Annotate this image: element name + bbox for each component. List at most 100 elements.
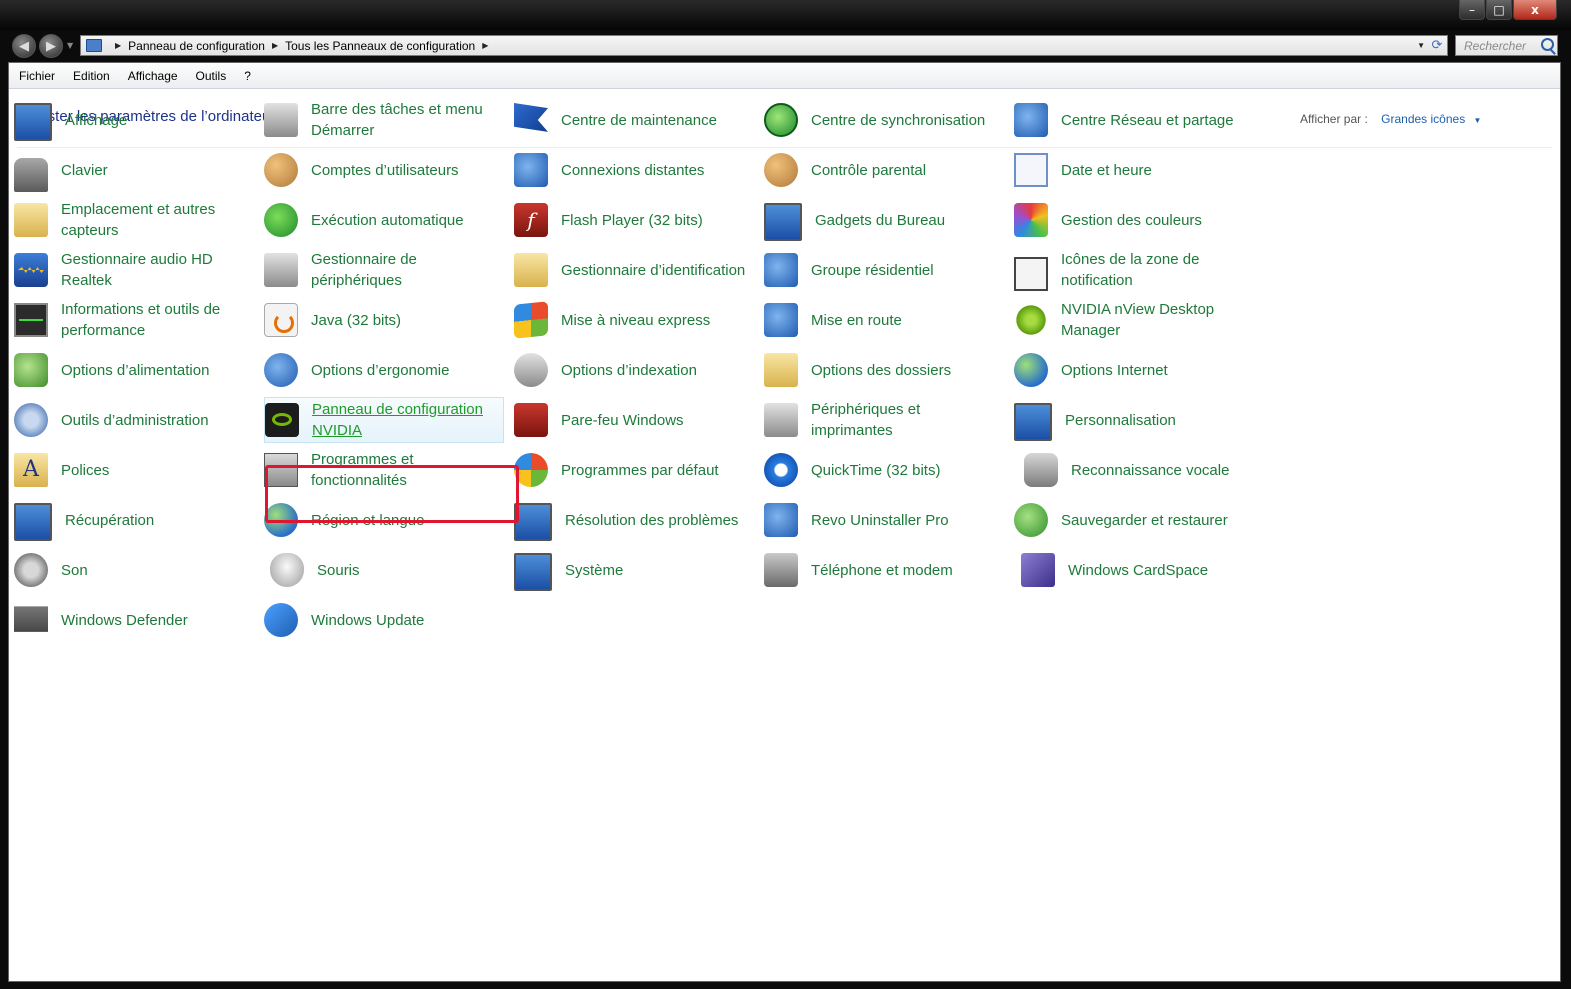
item-outils-administration[interactable]: Outils d’administration bbox=[14, 397, 254, 443]
search-input[interactable]: Rechercher bbox=[1455, 35, 1558, 56]
chevron-right-icon[interactable]: ▶ bbox=[272, 41, 278, 50]
item-telephone-modem[interactable]: Téléphone et modem bbox=[764, 547, 1004, 593]
item-label: Souris bbox=[317, 561, 360, 579]
annotation-highlight bbox=[265, 465, 519, 523]
item-windows-cardspace[interactable]: Windows CardSpace bbox=[1014, 547, 1254, 593]
item-pare-feu[interactable]: Pare-feu Windows bbox=[514, 397, 754, 443]
item-mise-en-route[interactable]: Mise en route bbox=[764, 297, 1004, 343]
minimize-button[interactable]: – bbox=[1459, 0, 1485, 20]
chevron-right-icon[interactable]: ▶ bbox=[482, 41, 488, 50]
address-dropdown-icon[interactable]: ▼ bbox=[1417, 41, 1425, 50]
control-panel-icon bbox=[86, 39, 102, 52]
item-label: Options des dossiers bbox=[811, 361, 952, 379]
item-label: Barre des tâches et menu Démarrer bbox=[311, 101, 483, 139]
item-programmes-par-defaut[interactable]: Programmes par défaut bbox=[514, 447, 754, 493]
view-by-dropdown[interactable]: Grandes icônes bbox=[1381, 112, 1465, 126]
item-options-alimentation[interactable]: Options d’alimentation bbox=[14, 347, 254, 393]
defender-icon bbox=[14, 606, 48, 632]
item-label: Revo Uninstaller Pro bbox=[811, 511, 949, 529]
item-label: Exécution automatique bbox=[311, 211, 464, 229]
item-emplacement-capteurs[interactable]: Emplacement et autres capteurs bbox=[14, 197, 254, 243]
menu-help[interactable]: ? bbox=[234, 69, 259, 83]
item-recuperation[interactable]: Récupération bbox=[14, 497, 254, 543]
menu-file[interactable]: Fichier bbox=[9, 69, 63, 83]
item-gestion-des-couleurs[interactable]: Gestion des couleurs bbox=[1014, 197, 1254, 243]
chevron-right-icon[interactable]: ▶ bbox=[115, 41, 121, 50]
item-groupe-residentiel[interactable]: Groupe résidentiel bbox=[764, 247, 1004, 293]
refresh-icon[interactable]: ⟳ bbox=[1430, 38, 1444, 52]
item-icones-notification[interactable]: Icônes de la zone de notification bbox=[1014, 247, 1254, 293]
item-reconnaissance-vocale[interactable]: Reconnaissance vocale bbox=[1014, 447, 1254, 493]
item-gestionnaire-peripheriques[interactable]: Gestionnaire de périphériques bbox=[264, 247, 504, 293]
item-peripheriques-imprimantes[interactable]: Périphériques et imprimantes bbox=[764, 397, 1004, 443]
item-clavier[interactable]: Clavier bbox=[14, 147, 254, 193]
flash-icon: f bbox=[514, 203, 548, 237]
phone-icon bbox=[764, 553, 798, 587]
chevron-down-icon[interactable]: ▼ bbox=[1474, 116, 1482, 125]
item-centre-de-synchronisation[interactable]: Centre de synchronisation bbox=[764, 97, 1004, 143]
item-connexions-distantes[interactable]: Connexions distantes bbox=[514, 147, 754, 193]
item-mise-a-niveau-express[interactable]: Mise à niveau express bbox=[514, 297, 754, 343]
item-souris[interactable]: Souris bbox=[264, 547, 504, 593]
item-label: Téléphone et modem bbox=[811, 561, 953, 579]
item-date-et-heure[interactable]: Date et heure bbox=[1014, 147, 1254, 193]
item-polices[interactable]: A Polices bbox=[14, 447, 254, 493]
item-quicktime[interactable]: QuickTime (32 bits) bbox=[764, 447, 1004, 493]
back-button[interactable]: ◀ bbox=[12, 34, 36, 58]
menu-tools[interactable]: Outils bbox=[186, 69, 235, 83]
item-revo-uninstaller[interactable]: Revo Uninstaller Pro bbox=[764, 497, 1004, 543]
item-centre-reseau[interactable]: Centre Réseau et partage bbox=[1014, 97, 1254, 143]
item-flash-player[interactable]: f Flash Player (32 bits) bbox=[514, 197, 754, 243]
item-windows-update[interactable]: Windows Update bbox=[264, 597, 504, 643]
item-barre-des-taches[interactable]: Barre des tâches et menu Démarrer bbox=[264, 97, 504, 143]
breadcrumb-control-panel[interactable]: Panneau de configuration bbox=[128, 39, 265, 53]
item-gadgets-du-bureau[interactable]: Gadgets du Bureau bbox=[764, 197, 1004, 243]
item-nvidia-nview[interactable]: NVIDIA nView Desktop Manager bbox=[1014, 297, 1254, 343]
forward-button[interactable]: ▶ bbox=[39, 34, 63, 58]
item-label: Gadgets du Bureau bbox=[815, 211, 946, 229]
item-execution-automatique[interactable]: Exécution automatique bbox=[264, 197, 504, 243]
recent-pages-dropdown[interactable]: ▼ bbox=[67, 41, 73, 50]
item-gestionnaire-identification[interactable]: Gestionnaire d’identification bbox=[514, 247, 754, 293]
item-label: Icônes de la zone de notification bbox=[1061, 251, 1200, 289]
item-informations-performance[interactable]: Informations et outils de performance bbox=[14, 297, 254, 343]
breadcrumb-all-control-panels[interactable]: Tous les Panneaux de configuration bbox=[285, 39, 475, 53]
windows-anytime-icon bbox=[514, 301, 548, 339]
item-label: Centre de maintenance bbox=[561, 111, 717, 129]
item-options-internet[interactable]: Options Internet bbox=[1014, 347, 1254, 393]
item-label: Windows Update bbox=[311, 611, 425, 629]
search-icon[interactable] bbox=[1541, 38, 1554, 51]
item-label: Mise à niveau express bbox=[561, 311, 711, 329]
item-panneau-nvidia[interactable]: Panneau de configuration NVIDIA bbox=[264, 397, 504, 443]
item-son[interactable]: Son bbox=[14, 547, 254, 593]
item-options-dossiers[interactable]: Options des dossiers bbox=[764, 347, 1004, 393]
address-bar[interactable]: ▶ Panneau de configuration ▶ Tous les Pa… bbox=[80, 35, 1448, 56]
item-options-indexation[interactable]: Options d’indexation bbox=[514, 347, 754, 393]
menu-edit[interactable]: Edition bbox=[63, 69, 118, 83]
gadgets-icon bbox=[764, 202, 802, 241]
microphone-icon bbox=[1024, 453, 1058, 487]
printer-icon bbox=[764, 403, 798, 437]
menu-view[interactable]: Affichage bbox=[118, 69, 186, 83]
item-centre-de-maintenance[interactable]: Centre de maintenance bbox=[514, 97, 754, 143]
item-label: Emplacement et autres capteurs bbox=[61, 201, 216, 239]
item-gestionnaire-audio[interactable]: Gestionnaire audio HD Realtek bbox=[14, 247, 254, 293]
item-java[interactable]: Java (32 bits) bbox=[264, 297, 504, 343]
cardspace-icon bbox=[1021, 553, 1055, 587]
item-label: Sauvegarder et restaurer bbox=[1061, 511, 1228, 529]
users-icon bbox=[264, 153, 298, 187]
item-windows-defender[interactable]: Windows Defender bbox=[14, 597, 254, 643]
close-button[interactable]: x bbox=[1513, 0, 1557, 20]
item-comptes-utilisateurs[interactable]: Comptes d’utilisateurs bbox=[264, 147, 504, 193]
item-controle-parental[interactable]: Contrôle parental bbox=[764, 147, 1004, 193]
maximize-button[interactable]: □ bbox=[1486, 0, 1512, 20]
item-label: Windows CardSpace bbox=[1068, 561, 1209, 579]
item-options-ergonomie[interactable]: Options d’ergonomie bbox=[264, 347, 504, 393]
item-affichage[interactable]: Affichage bbox=[14, 97, 254, 143]
power-icon bbox=[14, 353, 48, 387]
item-resolution-problemes[interactable]: Résolution des problèmes bbox=[514, 497, 754, 543]
item-sauvegarder-restaurer[interactable]: Sauvegarder et restaurer bbox=[1014, 497, 1254, 543]
item-systeme[interactable]: Système bbox=[514, 547, 754, 593]
java-icon bbox=[264, 303, 298, 337]
item-personnalisation[interactable]: Personnalisation bbox=[1014, 397, 1254, 443]
